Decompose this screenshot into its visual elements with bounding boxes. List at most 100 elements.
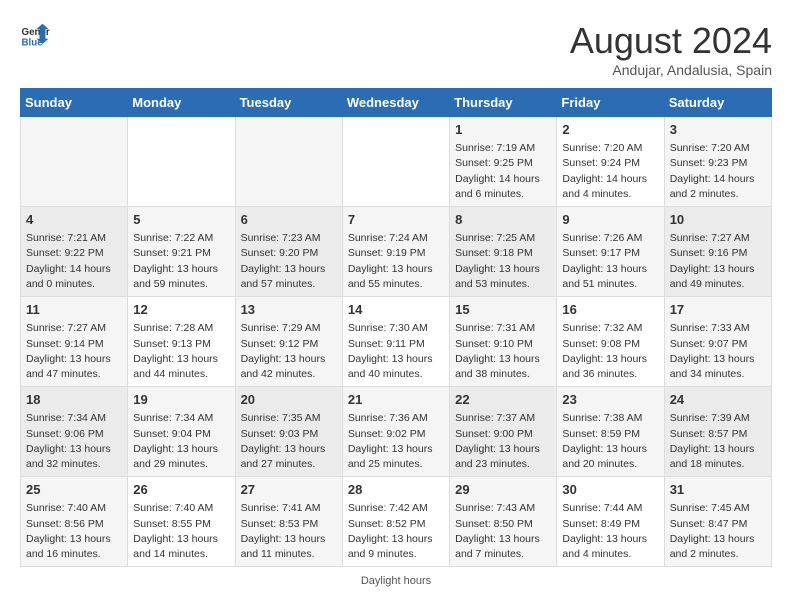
day-cell-7: 7 Sunrise: 7:24 AM Sunset: 9:19 PM Daylig…: [342, 207, 449, 297]
day-number: 7: [348, 211, 444, 229]
day-number: 28: [348, 481, 444, 499]
col-header-monday: Monday: [128, 89, 235, 117]
day-info: Sunrise: 7:21 AM Sunset: 9:22 PM Dayligh…: [26, 231, 122, 292]
day-cell-22: 22Sunrise: 7:37 AM Sunset: 9:00 PM Dayli…: [450, 387, 557, 477]
day-cell-11: 11Sunrise: 7:27 AM Sunset: 9:14 PM Dayli…: [21, 297, 128, 387]
day-cell-19: 19 Sunrise: 7:34 AM Sunset: 9:04 PM Dayli…: [128, 387, 235, 477]
day-cell-28: 28Sunrise: 7:42 AM Sunset: 8:52 PM Dayli…: [342, 477, 449, 567]
day-info: Sunrise: 7:34 AM Sunset: 9:06 PM Dayligh…: [26, 411, 122, 472]
day-info: Sunrise: 7:25 AM Sunset: 9:18 PM Dayligh…: [455, 231, 551, 292]
logo: General Blue: [20, 20, 50, 50]
col-header-tuesday: Tuesday: [235, 89, 342, 117]
col-header-thursday: Thursday: [450, 89, 557, 117]
day-number: 20: [241, 391, 337, 409]
day-number: 2: [562, 121, 658, 139]
calendar-table: SundayMondayTuesdayWednesdayThursdayFrid…: [20, 88, 772, 567]
day-info: Sunrise: 7:24 AM Sunset: 9:19 PM Dayligh…: [348, 231, 444, 292]
day-cell-12: 12Sunrise: 7:28 AM Sunset: 9:13 PM Dayli…: [128, 297, 235, 387]
day-cell-18: 18 Sunrise: 7:34 AM Sunset: 9:06 PM Dayli…: [21, 387, 128, 477]
day-number: 5: [133, 211, 229, 229]
day-number: 8: [455, 211, 551, 229]
day-cell-1: 1 Sunrise: 7:19 AM Sunset: 9:25 PM Daylig…: [450, 117, 557, 207]
col-header-friday: Friday: [557, 89, 664, 117]
day-number: 24: [670, 391, 766, 409]
day-info: Sunrise: 7:38 AM Sunset: 8:59 PM Dayligh…: [562, 411, 658, 472]
day-cell-29: 29 Sunrise: 7:43 AM Sunset: 8:50 PM Dayli…: [450, 477, 557, 567]
title-area: August 2024 Andujar, Andalusia, Spain: [570, 20, 772, 78]
day-number: 31: [670, 481, 766, 499]
day-info: Sunrise: 7:32 AM Sunset: 9:08 PM Dayligh…: [562, 321, 658, 382]
day-cell-2: 2 Sunrise: 7:20 AM Sunset: 9:24 PM Daylig…: [557, 117, 664, 207]
day-number: 12: [133, 301, 229, 319]
day-number: 11: [26, 301, 122, 319]
day-number: 26: [133, 481, 229, 499]
day-cell-26: 26 Sunrise: 7:40 AM Sunset: 8:55 PM Dayli…: [128, 477, 235, 567]
day-cell-23: 23 Sunrise: 7:38 AM Sunset: 8:59 PM Dayli…: [557, 387, 664, 477]
header: General Blue August 2024 Andujar, Andalu…: [20, 20, 772, 78]
day-info: Sunrise: 7:29 AM Sunset: 9:12 PM Dayligh…: [241, 321, 337, 382]
day-cell-20: 20 Sunrise: 7:35 AM Sunset: 9:03 PM Dayli…: [235, 387, 342, 477]
day-number: 9: [562, 211, 658, 229]
day-number: 17: [670, 301, 766, 319]
day-info: Sunrise: 7:40 AM Sunset: 8:55 PM Dayligh…: [133, 501, 229, 562]
day-info: Sunrise: 7:45 AM Sunset: 8:47 PM Dayligh…: [670, 501, 766, 562]
day-cell-17: 17 Sunrise: 7:33 AM Sunset: 9:07 PM Dayli…: [664, 297, 771, 387]
day-cell-24: 24Sunrise: 7:39 AM Sunset: 8:57 PM Dayli…: [664, 387, 771, 477]
day-cell-21: 21 Sunrise: 7:36 AM Sunset: 9:02 PM Dayli…: [342, 387, 449, 477]
day-number: 14: [348, 301, 444, 319]
week-row-5: 25 Sunrise: 7:40 AM Sunset: 8:56 PM Dayli…: [21, 477, 772, 567]
day-cell-8: 8 Sunrise: 7:25 AM Sunset: 9:18 PM Daylig…: [450, 207, 557, 297]
day-number: 27: [241, 481, 337, 499]
footer-text: Daylight hours: [361, 575, 431, 587]
day-number: 25: [26, 481, 122, 499]
day-cell-13: 13 Sunrise: 7:29 AM Sunset: 9:12 PM Dayli…: [235, 297, 342, 387]
header-row: SundayMondayTuesdayWednesdayThursdayFrid…: [21, 89, 772, 117]
empty-cell: [128, 117, 235, 207]
day-info: Sunrise: 7:22 AM Sunset: 9:21 PM Dayligh…: [133, 231, 229, 292]
day-info: Sunrise: 7:34 AM Sunset: 9:04 PM Dayligh…: [133, 411, 229, 472]
day-number: 4: [26, 211, 122, 229]
day-info: Sunrise: 7:36 AM Sunset: 9:02 PM Dayligh…: [348, 411, 444, 472]
day-cell-14: 14 Sunrise: 7:30 AM Sunset: 9:11 PM Dayli…: [342, 297, 449, 387]
day-cell-25: 25 Sunrise: 7:40 AM Sunset: 8:56 PM Dayli…: [21, 477, 128, 567]
subtitle: Andujar, Andalusia, Spain: [570, 62, 772, 78]
day-number: 18: [26, 391, 122, 409]
day-info: Sunrise: 7:43 AM Sunset: 8:50 PM Dayligh…: [455, 501, 551, 562]
day-info: Sunrise: 7:26 AM Sunset: 9:17 PM Dayligh…: [562, 231, 658, 292]
day-info: Sunrise: 7:31 AM Sunset: 9:10 PM Dayligh…: [455, 321, 551, 382]
day-cell-5: 5 Sunrise: 7:22 AM Sunset: 9:21 PM Daylig…: [128, 207, 235, 297]
day-number: 21: [348, 391, 444, 409]
day-number: 29: [455, 481, 551, 499]
day-info: Sunrise: 7:33 AM Sunset: 9:07 PM Dayligh…: [670, 321, 766, 382]
day-number: 30: [562, 481, 658, 499]
day-info: Sunrise: 7:40 AM Sunset: 8:56 PM Dayligh…: [26, 501, 122, 562]
day-number: 23: [562, 391, 658, 409]
week-row-2: 4 Sunrise: 7:21 AM Sunset: 9:22 PM Daylig…: [21, 207, 772, 297]
logo-icon: General Blue: [20, 20, 50, 50]
day-cell-30: 30Sunrise: 7:44 AM Sunset: 8:49 PM Dayli…: [557, 477, 664, 567]
day-cell-3: 3Sunrise: 7:20 AM Sunset: 9:23 PM Daylig…: [664, 117, 771, 207]
day-number: 10: [670, 211, 766, 229]
day-cell-4: 4 Sunrise: 7:21 AM Sunset: 9:22 PM Daylig…: [21, 207, 128, 297]
day-cell-9: 9 Sunrise: 7:26 AM Sunset: 9:17 PM Daylig…: [557, 207, 664, 297]
day-cell-10: 10 Sunrise: 7:27 AM Sunset: 9:16 PM Dayli…: [664, 207, 771, 297]
day-number: 13: [241, 301, 337, 319]
day-info: Sunrise: 7:41 AM Sunset: 8:53 PM Dayligh…: [241, 501, 337, 562]
week-row-1: 1 Sunrise: 7:19 AM Sunset: 9:25 PM Daylig…: [21, 117, 772, 207]
day-info: Sunrise: 7:23 AM Sunset: 9:20 PM Dayligh…: [241, 231, 337, 292]
day-info: Sunrise: 7:35 AM Sunset: 9:03 PM Dayligh…: [241, 411, 337, 472]
day-info: Sunrise: 7:20 AM Sunset: 9:24 PM Dayligh…: [562, 141, 658, 202]
empty-cell: [235, 117, 342, 207]
empty-cell: [21, 117, 128, 207]
day-cell-31: 31 Sunrise: 7:45 AM Sunset: 8:47 PM Dayli…: [664, 477, 771, 567]
day-number: 19: [133, 391, 229, 409]
day-info: Sunrise: 7:30 AM Sunset: 9:11 PM Dayligh…: [348, 321, 444, 382]
day-number: 3: [670, 121, 766, 139]
day-info: Sunrise: 7:27 AM Sunset: 9:16 PM Dayligh…: [670, 231, 766, 292]
day-info: Sunrise: 7:19 AM Sunset: 9:25 PM Dayligh…: [455, 141, 551, 202]
week-row-3: 11Sunrise: 7:27 AM Sunset: 9:14 PM Dayli…: [21, 297, 772, 387]
day-number: 6: [241, 211, 337, 229]
day-number: 1: [455, 121, 551, 139]
main-title: August 2024: [570, 20, 772, 62]
footer: Daylight hours: [20, 575, 772, 587]
